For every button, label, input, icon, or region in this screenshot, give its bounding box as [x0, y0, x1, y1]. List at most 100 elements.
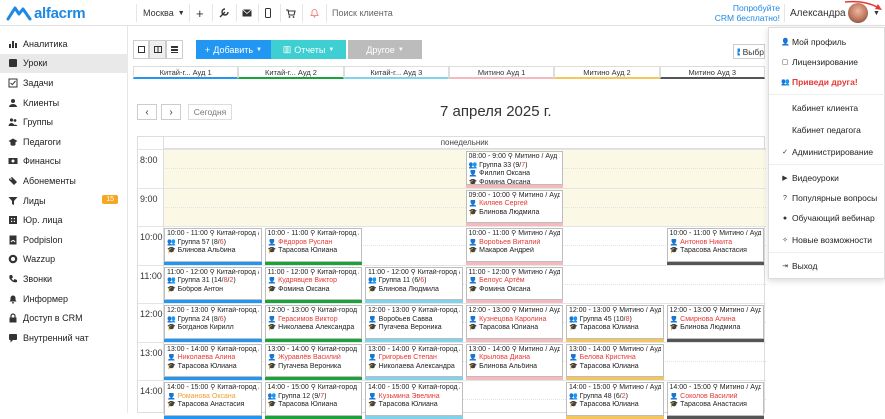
user-menu-item-2[interactable]: ▢ Лицензирование [769, 52, 885, 72]
mail-icon[interactable] [242, 0, 252, 26]
lesson-room-bar [365, 377, 463, 380]
document-icon: ▢ [781, 59, 789, 66]
sidebar-item-11[interactable]: Podpislon [0, 230, 128, 250]
user-menu-item-11[interactable]: ⇥ Выход [769, 256, 885, 276]
other-button-label: Другое [366, 44, 395, 55]
sidebar-item-3[interactable]: Задачи [0, 73, 128, 93]
lesson-card[interactable]: 13:00 - 14:00 ⚲ Китай-город / Ауд 3👤 Гри… [365, 343, 463, 377]
sidebar-item-6[interactable]: Педагоги [0, 132, 128, 152]
lesson-card[interactable]: 14:00 - 15:00 ⚲ Митино / Ауд 👤 Соколов Ва… [666, 382, 764, 416]
lesson-card[interactable]: 09:00 - 10:00 ⚲ Митино / Ауд 1 👤 Киляев С… [465, 189, 563, 223]
today-button[interactable]: Сегодня [188, 104, 232, 120]
lesson-card[interactable]: 14:00 - 15:00 ⚲ Китай-город / Ауд 2👥 Гру… [264, 382, 362, 416]
room-tab-6[interactable]: Митино Ауд 3 [659, 66, 765, 79]
room-tab-2[interactable]: Китай-г... Ауд 2 [238, 66, 344, 79]
lesson-card[interactable]: 13:00 - 14:00 ⚲ Митино / Ауд 👤 Белова Кри… [566, 343, 664, 377]
sidebar-item-1[interactable]: Аналитика [0, 34, 128, 54]
next-day-button[interactable]: › [161, 104, 181, 120]
lesson-teacher: 🎓 Николаева Александра [368, 362, 455, 370]
room-tab-3[interactable]: Китай-г... Ауд 3 [343, 66, 449, 79]
lesson-card[interactable]: 12:00 - 13:00 ⚲ Митино / Ауд 1 👤 Кузнецов… [465, 305, 563, 339]
sidebar-item-9[interactable]: Лиды 15 [0, 191, 128, 211]
user-menu-toggle[interactable]: Александра [790, 0, 846, 26]
view-week-button[interactable] [149, 40, 166, 59]
user-menu-item-9[interactable]: ● Обучающий вебинар [769, 208, 885, 228]
lesson-card[interactable]: 14:00 - 15:00 ⚲ Китай-город / Ауд 3👤 Куз… [365, 382, 463, 416]
other-button[interactable]: Другое ▼ [348, 40, 422, 59]
bell-icon[interactable] [310, 0, 319, 26]
room-tab-5[interactable]: Митино Ауд 2 [554, 66, 660, 79]
sidebar-item-16[interactable]: Внутренний чат [0, 328, 128, 348]
user-icon: 👤 [267, 315, 279, 323]
lesson-room-bar [164, 300, 262, 303]
user-menu-item-8[interactable]: ? Популярные вопросы [769, 188, 885, 208]
finance-icon [8, 158, 18, 165]
lesson-card[interactable]: 11:00 - 12:00 ⚲ Китай-город / Ауд 2👤 Куд… [264, 266, 362, 300]
lesson-card[interactable]: 13:00 - 14:00 ⚲ Китай-город / Ауд 1👤 Ник… [164, 343, 262, 377]
user-menu-item-4[interactable]: Кабинет клиента [769, 98, 885, 118]
user-icon: 👤 [468, 238, 480, 246]
lesson-teacher: 🎓 Тарасова Анастасия [167, 401, 245, 409]
view-list-button[interactable] [166, 40, 183, 59]
user-menu-label: Популярные вопросы [792, 193, 878, 203]
sidebar-item-8[interactable]: Абонементы [0, 171, 128, 191]
sidebar-item-14[interactable]: Информер [0, 289, 128, 309]
lesson-card[interactable]: 11:00 - 12:00 ⚲ Митино / Ауд 1 👤 Белоус А… [465, 266, 563, 300]
add-icon[interactable]: + [196, 0, 204, 26]
hour-line [138, 264, 766, 266]
user-menu-item-1[interactable]: 👤 Мой профиль [769, 32, 885, 52]
lesson-card[interactable]: 13:00 - 14:00 ⚲ Митино / Ауд 1 👤 Крылова … [465, 343, 563, 377]
user-menu-item-10[interactable]: ✧ Новые возможности [769, 230, 885, 250]
reports-button[interactable]: ▥ Отчеты ▼ [271, 40, 346, 59]
lesson-card[interactable]: 12:00 - 13:00 ⚲ Китай-город / Ауд 3👤 Вор… [365, 305, 463, 339]
phone-icon[interactable] [265, 0, 271, 26]
user-menu-item-3[interactable]: 👥 Приведи друга! [769, 72, 885, 92]
lesson-card[interactable]: 12:00 - 13:00 ⚲ Китай-город / Ауд 1👥 Гру… [164, 305, 262, 339]
promo-link[interactable]: Попробуйте CRM бесплатно! [710, 3, 780, 23]
lesson-client: 👤 Соколов Василий [669, 392, 738, 400]
lesson-card[interactable]: 08:00 - 9:00 ⚲ Митино / Ауд 1 👥 Группа 33… [465, 151, 563, 185]
city-select[interactable]: Москва ▼ [143, 0, 185, 26]
user-menu-item-6[interactable]: ✓ Администрирование [769, 142, 885, 162]
select-checkbox[interactable]: Выбр [733, 44, 765, 59]
sidebar-item-4[interactable]: Клиенты [0, 93, 128, 113]
lesson-card[interactable]: 14:00 - 15:00 ⚲ Китай-город / Ауд 1👤 Ром… [164, 382, 262, 416]
wrench-icon[interactable] [219, 0, 229, 26]
lesson-card[interactable]: 13:00 - 14:00 ⚲ Китай-город / Ауд 2👤 Жур… [264, 343, 362, 377]
lesson-card[interactable]: 12:00 - 13:00 ⚲ Митино / Ауд 👥 Группа 45 … [566, 305, 664, 339]
prev-day-button[interactable]: ‹ [137, 104, 157, 120]
view-day-button[interactable] [133, 40, 149, 59]
hour-label: 13:00 [140, 347, 163, 358]
room-tab-4[interactable]: Митино Ауд 1 [448, 66, 555, 79]
lesson-time: 10:00 - 11:00 ⚲ Митино / Ауд 1 [468, 230, 561, 237]
lesson-card[interactable]: 11:00 - 12:00 ⚲ Китай-город / Ауд 3👥 Гру… [365, 266, 463, 300]
teacher-icon: 🎓 [267, 362, 279, 370]
lesson-card[interactable]: 10:00 - 11:00 ⚲ Китай-город / Ауд 1👥 Гру… [164, 228, 262, 262]
lesson-card[interactable]: 10:00 - 11:00 ⚲ Китай-город / Ауд 2👤 Фёд… [264, 228, 362, 262]
lesson-card[interactable]: 14:00 - 15:00 ⚲ Митино / Ауд 👥 Группа 48 … [566, 382, 664, 416]
sidebar-item-7[interactable]: Финансы [0, 152, 128, 172]
logo[interactable]: alfacrm [6, 3, 86, 23]
promo-line-1: Попробуйте [732, 3, 780, 13]
sidebar-item-5[interactable]: Группы [0, 112, 128, 132]
teacher-icon: 🎓 [368, 362, 379, 370]
lesson-card[interactable]: 10:00 - 11:00 ⚲ Митино / Ауд 1 👤 Воробьев… [465, 228, 563, 262]
sidebar-item-10[interactable]: Юр. лица [0, 210, 128, 230]
user-menu-item-7[interactable]: ▶ Видеоуроки [769, 168, 885, 188]
cart-icon[interactable] [286, 0, 296, 26]
sidebar-item-13[interactable]: Звонки [0, 269, 128, 289]
sidebar-item-2[interactable]: Уроки [0, 53, 128, 74]
sidebar-item-label: Podpislon [23, 234, 63, 245]
hour-line [138, 226, 766, 227]
user-menu-item-5[interactable]: Кабинет педагога [769, 120, 885, 140]
sidebar-item-12[interactable]: Wazzup [0, 250, 128, 270]
lesson-card[interactable]: 12:00 - 13:00 ⚲ Митино / Ауд 👤 Смирнова А… [666, 305, 764, 339]
add-button[interactable]: + Добавить ▼ [196, 40, 271, 59]
search-input[interactable]: Поиск клиента [332, 0, 393, 26]
sidebar-item-label: Лиды [23, 195, 46, 206]
lesson-card[interactable]: 10:00 - 11:00 ⚲ Митино / Ауд 3 👤 Антонов … [666, 228, 764, 262]
lesson-card[interactable]: 11:00 - 12:00 ⚲ Китай-город / Ауд 1👥 Гру… [164, 266, 262, 300]
lesson-card[interactable]: 12:00 - 13:00 ⚲ Китай-город / Ауд 2👤 Гер… [264, 305, 362, 339]
sidebar-item-15[interactable]: Доступ в CRM [0, 308, 128, 328]
room-tab-1[interactable]: Китай-г... Ауд 1 [133, 66, 239, 79]
